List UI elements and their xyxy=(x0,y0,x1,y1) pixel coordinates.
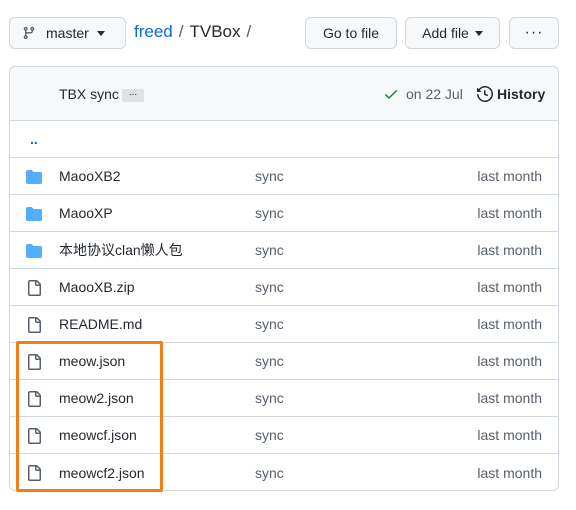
commit-author: TBX xyxy=(59,85,87,102)
commit-date[interactable]: on 22 Jul xyxy=(406,86,463,102)
file-commit-message[interactable]: sync xyxy=(255,427,284,443)
latest-commit-bar: TBX sync ... on 22 Jul History xyxy=(10,67,558,121)
file-commit-age: last month xyxy=(477,168,542,184)
file-commit-age: last month xyxy=(477,353,542,369)
file-name-link[interactable]: README.md xyxy=(59,316,142,332)
file-name-link[interactable]: meowcf2.json xyxy=(59,465,145,481)
folder-icon xyxy=(26,206,42,222)
history-icon xyxy=(477,85,494,103)
file-row[interactable]: MaooXB.zip sync last month xyxy=(10,269,558,306)
file-row[interactable]: meow.json sync last month xyxy=(10,343,558,380)
file-commit-message[interactable]: sync xyxy=(255,168,284,184)
file-name-link[interactable]: MaooXP xyxy=(59,205,113,221)
file-commit-age: last month xyxy=(477,242,542,258)
breadcrumb-separator: / xyxy=(246,22,252,41)
file-commit-age: last month xyxy=(477,316,542,332)
check-icon[interactable] xyxy=(383,86,399,102)
commit-message: sync xyxy=(90,85,119,102)
repo-header: master freed / TVBox / Go to file Add fi… xyxy=(0,0,576,66)
git-branch-icon xyxy=(22,26,36,40)
file-commit-age: last month xyxy=(477,427,542,443)
file-name-link[interactable]: meowcf.json xyxy=(59,427,137,443)
chevron-down-icon xyxy=(474,30,483,36)
file-name-link[interactable]: MaooXB2 xyxy=(59,168,120,184)
parent-directory-row[interactable]: .. xyxy=(10,121,558,158)
file-commit-message[interactable]: sync xyxy=(255,316,284,332)
chevron-down-icon xyxy=(96,30,105,36)
go-to-file-button[interactable]: Go to file xyxy=(305,17,397,49)
commit-expand-button[interactable]: ... xyxy=(122,88,144,102)
add-file-button[interactable]: Add file xyxy=(405,17,500,49)
parent-directory-link[interactable]: .. xyxy=(30,131,38,147)
file-row[interactable]: README.md sync last month xyxy=(10,306,558,343)
more-options-button[interactable]: ··· xyxy=(509,17,559,49)
commit-author-link[interactable]: TBX sync xyxy=(59,86,119,102)
file-row[interactable]: meowcf2.json sync last month xyxy=(10,454,558,490)
file-row[interactable]: meow2.json sync last month xyxy=(10,380,558,417)
file-commit-message[interactable]: sync xyxy=(255,390,284,406)
branch-select-button[interactable]: master xyxy=(9,17,126,49)
breadcrumb-current-dir: TVBox xyxy=(189,22,241,41)
file-name-link[interactable]: 本地协议clan懒人包 xyxy=(59,240,183,260)
breadcrumb-owner-link[interactable]: freed xyxy=(134,22,173,42)
file-name-link[interactable]: meow2.json xyxy=(59,390,134,406)
add-file-label: Add file xyxy=(422,25,469,41)
file-row[interactable]: MaooXB2 sync last month xyxy=(10,158,558,195)
file-commit-age: last month xyxy=(477,205,542,221)
file-name-link[interactable]: meow.json xyxy=(59,353,125,369)
breadcrumb-separator: / xyxy=(178,22,184,41)
folder-icon xyxy=(26,243,42,259)
file-browser: TBX sync ... on 22 Jul History .. MaooXB… xyxy=(9,66,559,491)
breadcrumb: freed / TVBox / xyxy=(134,22,257,42)
file-icon xyxy=(26,428,42,444)
file-commit-age: last month xyxy=(477,279,542,295)
file-commit-message[interactable]: sync xyxy=(255,353,284,369)
file-icon xyxy=(26,354,42,370)
file-row[interactable]: 本地协议clan懒人包 sync last month xyxy=(10,232,558,269)
file-commit-age: last month xyxy=(477,464,542,481)
folder-icon xyxy=(26,169,42,185)
file-icon xyxy=(26,280,42,296)
file-row[interactable]: MaooXP sync last month xyxy=(10,195,558,232)
file-icon xyxy=(26,465,42,481)
file-commit-age: last month xyxy=(477,390,542,406)
branch-name: master xyxy=(46,25,89,41)
file-commit-message[interactable]: sync xyxy=(255,205,284,221)
file-icon xyxy=(26,391,42,407)
history-link[interactable]: History xyxy=(497,86,545,102)
file-commit-message[interactable]: sync xyxy=(255,465,284,481)
file-commit-message[interactable]: sync xyxy=(255,242,284,258)
file-icon xyxy=(26,317,42,333)
file-commit-message[interactable]: sync xyxy=(255,279,284,295)
file-name-link[interactable]: MaooXB.zip xyxy=(59,279,134,295)
file-row[interactable]: meowcf.json sync last month xyxy=(10,417,558,454)
